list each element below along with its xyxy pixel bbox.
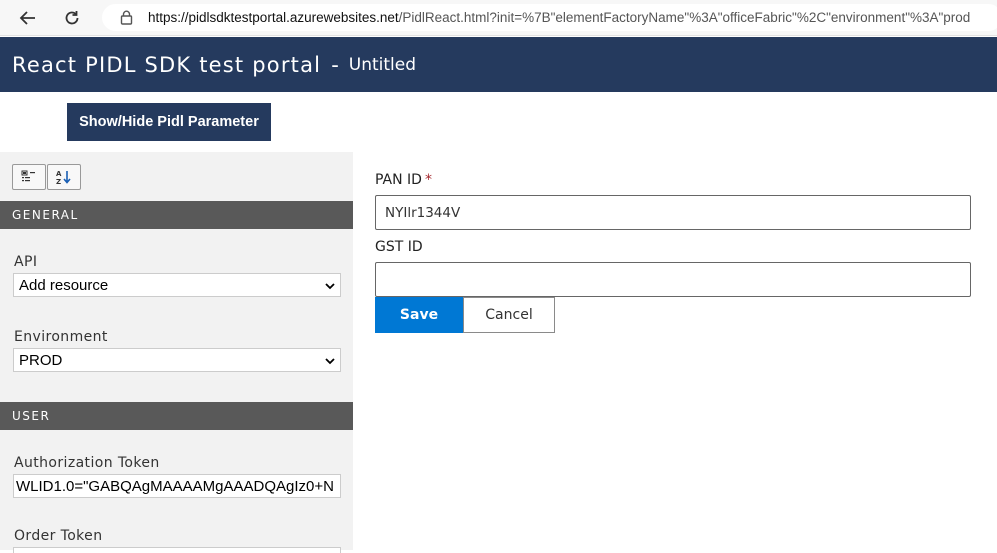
url-text: https://pidlsdktestportal.azurewebsites.… [148, 10, 970, 25]
environment-select[interactable]: PROD [13, 348, 341, 372]
show-hide-pidl-parameter-button[interactable]: Show/Hide Pidl Parameter [67, 103, 271, 141]
order-token-label: Order Token [14, 528, 103, 544]
gst-id-label: GST ID [375, 239, 423, 255]
api-select-value: Add resource [19, 276, 109, 294]
pan-id-input[interactable]: NYIlr1344V [375, 195, 971, 230]
url-host: https://pidlsdktestportal.azurewebsites.… [148, 10, 399, 25]
chevron-down-icon [324, 279, 336, 296]
svg-text:A: A [56, 170, 62, 178]
categorized-icon [21, 170, 35, 182]
order-token-input[interactable] [13, 547, 341, 553]
reload-icon[interactable] [60, 6, 84, 30]
environment-select-value: PROD [19, 351, 63, 369]
lock-icon[interactable] [118, 10, 134, 26]
page-subtitle: Untitled [348, 54, 417, 75]
save-button[interactable]: Save [375, 297, 463, 333]
browser-toolbar: https://pidlsdktestportal.azurewebsites.… [0, 0, 997, 36]
sort-az-icon: A Z [56, 170, 71, 185]
authorization-token-input[interactable]: WLID1.0="GABQAgMAAAAMgAAADQAgIz0+N [13, 474, 341, 498]
required-mark: * [424, 172, 432, 188]
gst-id-input[interactable] [375, 262, 971, 297]
api-label: API [14, 254, 38, 270]
pan-id-label-text: PAN ID [375, 172, 422, 188]
page-title: React PIDL SDK test portal [12, 52, 322, 77]
api-select[interactable]: Add resource [13, 273, 341, 297]
cancel-button[interactable]: Cancel [463, 297, 555, 333]
section-user-heading: USER [0, 402, 353, 430]
parameter-panel: A Z GENERAL API Add resource Environment… [0, 152, 353, 553]
alphabetical-sort-button[interactable]: A Z [47, 164, 81, 190]
section-general-heading: GENERAL [0, 201, 353, 229]
pan-id-label: PAN ID * [375, 172, 432, 188]
categorized-view-button[interactable] [12, 164, 46, 190]
chevron-down-icon [324, 354, 336, 371]
environment-label: Environment [14, 329, 108, 345]
title-separator: - [331, 52, 339, 77]
address-bar[interactable]: https://pidlsdktestportal.azurewebsites.… [102, 4, 997, 31]
back-arrow-icon[interactable] [16, 6, 40, 30]
authorization-token-label: Authorization Token [14, 455, 160, 471]
svg-text:Z: Z [56, 178, 61, 185]
url-path: /PidlReact.html?init=%7B"elementFactoryN… [398, 10, 971, 25]
app-header: React PIDL SDK test portal - Untitled [0, 37, 997, 92]
